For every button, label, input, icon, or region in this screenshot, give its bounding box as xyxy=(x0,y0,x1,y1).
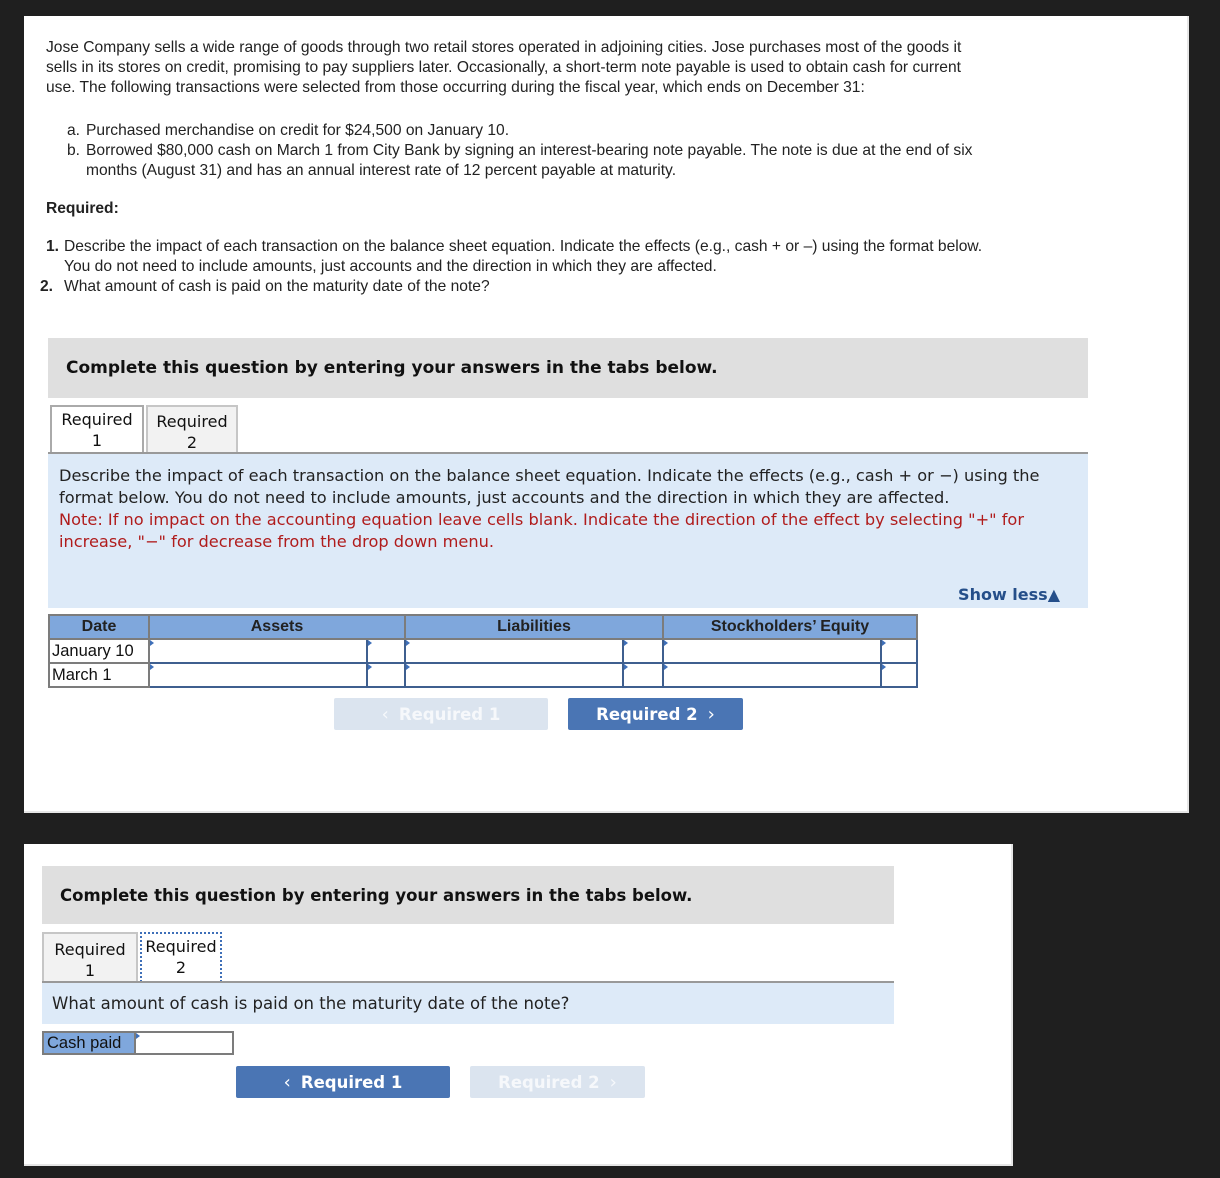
button-label: Required 2 xyxy=(596,704,698,724)
instruction-box: Describe the impact of each transaction … xyxy=(48,454,1088,608)
triangle-up-icon: ▲ xyxy=(1047,585,1060,604)
cash-paid-input[interactable] xyxy=(136,1033,232,1053)
prev-required-1-button[interactable]: ‹ Required 1 xyxy=(334,698,548,730)
chevron-left-icon: ‹ xyxy=(283,1071,291,1093)
requirement-text: What amount of cash is paid on the matur… xyxy=(64,278,490,295)
liabilities-account-input[interactable] xyxy=(406,641,622,661)
next-required-2-button[interactable]: Required 2 › xyxy=(568,698,743,730)
equity-account-input[interactable] xyxy=(664,641,880,661)
assets-sign-input[interactable] xyxy=(368,641,404,661)
transaction-item: a. Purchased merchandise on credit for $… xyxy=(67,121,986,141)
liabilities-sign-input[interactable] xyxy=(624,665,662,685)
equity-sign-dropdown[interactable] xyxy=(880,662,918,688)
instruction-note: Note: If no impact on the accounting equ… xyxy=(59,510,1024,551)
requirement-list: 1. Describe the impact of each transacti… xyxy=(40,237,986,297)
transaction-list: a. Purchased merchandise on credit for $… xyxy=(46,121,986,181)
instruction-box: What amount of cash is paid on the matur… xyxy=(42,983,894,1024)
assets-sign-dropdown[interactable] xyxy=(366,638,406,664)
tab-required-2[interactable]: Required 2 xyxy=(146,405,238,453)
problem-statement: Jose Company sells a wide range of goods… xyxy=(40,38,986,297)
liabilities-account-dropdown[interactable] xyxy=(404,638,624,664)
tab-label: Required xyxy=(145,937,217,956)
instruction-text: What amount of cash is paid on the matur… xyxy=(52,994,570,1013)
next-required-2-button[interactable]: Required 2 › xyxy=(470,1066,645,1098)
tab-number: 1 xyxy=(91,431,103,450)
assets-account-dropdown[interactable] xyxy=(148,662,368,688)
assets-account-dropdown[interactable] xyxy=(148,638,368,664)
assets-account-input[interactable] xyxy=(150,665,366,685)
equity-sign-input[interactable] xyxy=(882,665,916,685)
button-label: Required 1 xyxy=(300,1072,403,1092)
instruction-text: Describe the impact of each transaction … xyxy=(59,466,1040,507)
row-date: March 1 xyxy=(48,662,150,688)
requirement-marker: 2. xyxy=(40,278,54,295)
assets-sign-input[interactable] xyxy=(368,665,404,685)
assets-account-input[interactable] xyxy=(150,641,366,661)
requirement-marker: 1. xyxy=(46,238,60,255)
equity-sign-input[interactable] xyxy=(882,641,916,661)
button-label: Required 2 xyxy=(498,1072,600,1092)
row-date: January 10 xyxy=(48,638,150,664)
cash-paid-row: Cash paid xyxy=(42,1031,234,1055)
prev-required-1-button[interactable]: ‹ Required 1 xyxy=(236,1066,450,1098)
tab-bar: Required 1 Required 2 xyxy=(50,405,238,453)
cash-paid-field[interactable] xyxy=(136,1033,232,1053)
requirement-item: 1. Describe the impact of each transacti… xyxy=(46,237,986,277)
liabilities-sign-dropdown[interactable] xyxy=(622,638,664,664)
tab-bar: Required 1 Required 2 xyxy=(42,932,222,982)
equity-sign-dropdown[interactable] xyxy=(880,638,918,664)
tab-label: Required xyxy=(156,412,228,431)
transaction-text: Purchased merchandise on credit for $24,… xyxy=(86,122,510,139)
question-panel-required-2: Complete this question by entering your … xyxy=(24,844,1013,1166)
button-label: Required 1 xyxy=(398,704,501,724)
tab-number: 1 xyxy=(84,961,96,980)
show-less-link[interactable]: Show less▲ xyxy=(958,584,1060,606)
show-less-label: Show less xyxy=(958,585,1048,604)
equity-account-dropdown[interactable] xyxy=(662,662,882,688)
instructions-banner: Complete this question by entering your … xyxy=(48,338,1088,398)
requirement-item: 2. What amount of cash is paid on the ma… xyxy=(40,277,986,297)
tab-number: 2 xyxy=(186,433,198,452)
header-stockholders-equity: Stockholders’ Equity xyxy=(662,614,918,640)
transaction-marker: b. xyxy=(67,142,81,159)
header-date: Date xyxy=(48,614,150,640)
problem-intro: Jose Company sells a wide range of goods… xyxy=(46,39,962,96)
transaction-text: Borrowed $80,000 cash on March 1 from Ci… xyxy=(86,142,973,179)
table-row: January 10 xyxy=(48,638,918,664)
tab-number: 2 xyxy=(175,958,187,977)
instructions-banner: Complete this question by entering your … xyxy=(42,866,894,924)
header-assets: Assets xyxy=(148,614,406,640)
tab-label: Required xyxy=(54,940,126,959)
required-heading: Required: xyxy=(46,200,119,217)
cash-paid-label: Cash paid xyxy=(44,1033,136,1053)
tab-required-1[interactable]: Required 1 xyxy=(42,932,138,982)
chevron-left-icon: ‹ xyxy=(381,703,389,725)
liabilities-account-input[interactable] xyxy=(406,665,622,685)
tab-label: Required xyxy=(61,410,133,429)
assets-sign-dropdown[interactable] xyxy=(366,662,406,688)
chevron-right-icon: › xyxy=(609,1071,617,1093)
liabilities-sign-dropdown[interactable] xyxy=(622,662,664,688)
chevron-right-icon: › xyxy=(707,703,715,725)
transaction-marker: a. xyxy=(67,122,81,139)
question-panel-required-1: Jose Company sells a wide range of goods… xyxy=(24,16,1189,813)
equity-account-dropdown[interactable] xyxy=(662,638,882,664)
balance-sheet-equation-table: Date Assets Liabilities Stockholders’ Eq… xyxy=(48,614,918,688)
equity-account-input[interactable] xyxy=(664,665,880,685)
liabilities-account-dropdown[interactable] xyxy=(404,662,624,688)
liabilities-sign-input[interactable] xyxy=(624,641,662,661)
transaction-item: b. Borrowed $80,000 cash on March 1 from… xyxy=(67,141,986,181)
tab-required-1[interactable]: Required 1 xyxy=(50,405,144,453)
tab-required-2[interactable]: Required 2 xyxy=(140,932,222,982)
requirement-text: Describe the impact of each transaction … xyxy=(64,238,983,275)
table-row: March 1 xyxy=(48,662,918,688)
header-liabilities: Liabilities xyxy=(404,614,664,640)
table-header-row: Date Assets Liabilities Stockholders’ Eq… xyxy=(48,614,918,640)
